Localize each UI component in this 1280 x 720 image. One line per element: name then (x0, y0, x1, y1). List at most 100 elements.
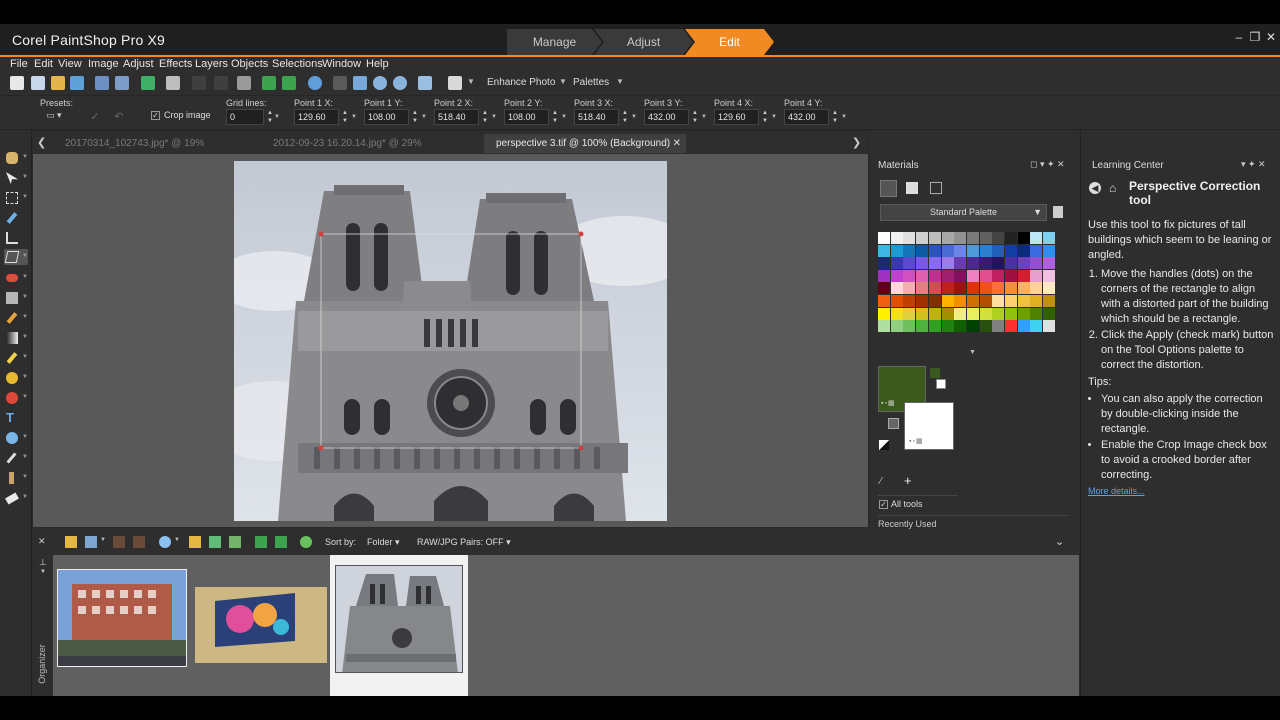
color-swatch[interactable] (941, 257, 954, 270)
color-swatch[interactable] (1017, 282, 1030, 295)
color-swatch[interactable] (1030, 269, 1043, 282)
color-swatch[interactable] (1043, 269, 1056, 282)
color-swatch[interactable] (928, 295, 941, 307)
color-swatch[interactable] (941, 232, 954, 244)
color-swatch[interactable] (941, 295, 954, 307)
color-swatch[interactable] (890, 282, 903, 295)
home-icon[interactable]: ⌂ (1109, 182, 1121, 194)
color-swatch[interactable] (903, 244, 916, 257)
point4y-spinner[interactable]: ▲ ▼ (829, 109, 841, 125)
color-swatch[interactable] (890, 307, 903, 320)
canvas-area[interactable] (33, 154, 868, 527)
color-swatch[interactable] (1005, 320, 1017, 333)
close-icon[interactable]: ✕ (1262, 28, 1280, 46)
color-swatch[interactable] (992, 320, 1005, 333)
crop-image-checkbox[interactable]: ✓ (151, 111, 160, 120)
selection-tool[interactable]: ▼ (4, 190, 28, 206)
color-swatch[interactable] (954, 320, 967, 333)
open-icon[interactable] (51, 76, 65, 90)
apply-check-icon[interactable]: ✓ (88, 110, 102, 124)
enhance-photo-button[interactable]: Enhance Photo (487, 77, 555, 88)
menu-window[interactable]: Window (322, 58, 361, 70)
color-swatch[interactable] (878, 232, 890, 244)
color-swatch[interactable] (979, 295, 992, 307)
color-swatch[interactable] (966, 320, 979, 333)
color-swatch[interactable] (1030, 244, 1043, 257)
color-swatch[interactable] (890, 269, 903, 282)
point4y-input[interactable]: 432.00 (784, 109, 829, 125)
color-swatch[interactable] (1043, 295, 1056, 307)
color-swatch[interactable] (954, 232, 967, 244)
pen-tool[interactable]: ▼ (4, 450, 28, 466)
add-swatch-icon[interactable]: + (904, 473, 912, 488)
grid-lines-slider-icon[interactable]: ▼ (274, 109, 282, 125)
doc-tab-2[interactable]: 2012-09-23 16.20.14.jpg* @ 29% (Backgrou… (261, 134, 476, 168)
eraser-tool[interactable]: ▼ (4, 490, 28, 506)
doc-tab-1[interactable]: 20170314_102743.jpg* @ 19% (Background) (53, 134, 258, 168)
picture-tube-tool[interactable]: ▼ (4, 390, 28, 406)
color-swatch[interactable] (903, 282, 916, 295)
share-caret-icon[interactable]: ▼ (174, 537, 180, 543)
color-swatch[interactable] (1030, 282, 1043, 295)
point3x-spinner[interactable]: ▲ ▼ (619, 109, 631, 125)
shape-tool[interactable]: ▼ (4, 430, 28, 446)
share-person-icon[interactable] (159, 536, 171, 548)
background-color-swatch[interactable]: ▪▫▦ (904, 402, 954, 450)
color-swatch[interactable] (979, 257, 992, 270)
materials-window-controls-icon[interactable]: ◻ ▾ ✦ ✕ (1030, 159, 1065, 170)
color-swatch[interactable] (1005, 282, 1017, 295)
color-swatch[interactable] (979, 282, 992, 295)
color-swatch[interactable] (1030, 232, 1043, 244)
sort-by-dropdown[interactable]: Folder ▾ (367, 537, 400, 548)
folder-icon[interactable] (189, 536, 201, 548)
color-swatch[interactable] (979, 269, 992, 282)
color-swatch[interactable] (916, 295, 929, 307)
view-mode-caret-icon[interactable]: ▼ (100, 537, 106, 543)
color-swatch[interactable] (890, 257, 903, 270)
color-swatch[interactable] (1017, 320, 1030, 333)
menu-file[interactable]: File (10, 58, 28, 70)
color-swatch[interactable] (992, 244, 1005, 257)
flood-fill-tool[interactable]: ▼ (4, 370, 28, 386)
presets-dropdown[interactable]: ▭ ▾ (46, 110, 72, 124)
crop-tool[interactable] (4, 230, 28, 246)
color-swatch[interactable] (890, 320, 903, 333)
color-swatch[interactable] (941, 269, 954, 282)
color-swatch[interactable] (992, 282, 1005, 295)
info-icon[interactable] (308, 76, 322, 90)
color-swatch[interactable] (966, 295, 979, 307)
color-swatch[interactable] (992, 232, 1005, 244)
org-redo-icon[interactable] (275, 536, 287, 548)
resize-icon[interactable] (237, 76, 251, 90)
redo-disabled-icon[interactable] (214, 76, 228, 90)
color-swatch[interactable] (979, 232, 992, 244)
color-swatch[interactable] (916, 307, 929, 320)
color-swatch[interactable] (1043, 244, 1056, 257)
dodge-tool[interactable]: ▼ (4, 350, 28, 366)
color-swatch[interactable] (916, 282, 929, 295)
point2y-input[interactable]: 108.00 (504, 109, 549, 125)
text-tool[interactable]: T (4, 410, 28, 426)
color-swatch-grid[interactable] (878, 232, 1056, 346)
color-swatch[interactable] (992, 307, 1005, 320)
color-swatch[interactable] (1005, 269, 1017, 282)
tab-adjust[interactable]: Adjust (594, 29, 693, 55)
color-swatch[interactable] (941, 307, 954, 320)
color-swatch[interactable] (979, 320, 992, 333)
point3x-slider-icon[interactable]: ▼ (631, 109, 637, 125)
color-swatch[interactable] (1005, 232, 1017, 244)
color-swatch[interactable] (1043, 307, 1056, 320)
point3x-input[interactable]: 518.40 (574, 109, 619, 125)
color-swatch[interactable] (916, 257, 929, 270)
color-swatch[interactable] (916, 232, 929, 244)
color-swatch[interactable] (1030, 295, 1043, 307)
gradient-tool[interactable]: ▼ (4, 330, 28, 346)
new-from-icon[interactable] (31, 76, 45, 90)
color-swatch[interactable] (966, 232, 979, 244)
mini-fg-icon[interactable] (930, 368, 940, 378)
warp-tool[interactable]: ▼ (4, 470, 28, 486)
color-swatch[interactable] (992, 257, 1005, 270)
print-icon[interactable] (166, 76, 180, 90)
color-swatch[interactable] (1005, 307, 1017, 320)
color-swatch[interactable] (890, 244, 903, 257)
